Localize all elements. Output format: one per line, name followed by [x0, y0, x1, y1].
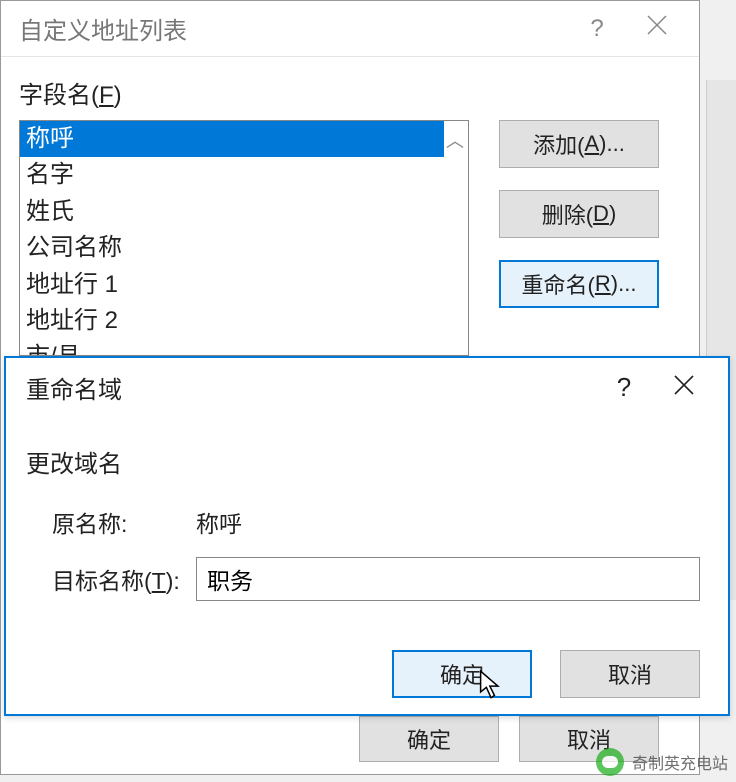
titlebar: 自定义地址列表 ?: [1, 1, 699, 57]
help-button[interactable]: ?: [567, 15, 627, 43]
close-icon: [673, 374, 695, 396]
scroll-up-icon: ︿: [446, 127, 464, 153]
dialog-title: 重命名域: [26, 370, 594, 405]
watermark-text: 奇制英充电站: [632, 750, 728, 774]
target-name-label: 目标名称(T):: [26, 562, 196, 596]
help-button[interactable]: ?: [594, 372, 654, 403]
list-item[interactable]: 市/县: [20, 339, 444, 356]
original-name-label: 原名称:: [26, 505, 196, 539]
close-button[interactable]: [627, 14, 687, 43]
list-item[interactable]: 称呼: [20, 121, 444, 157]
rename-field-dialog: 重命名域 ? 更改域名 原名称: 称呼 目标名称(T): 确定 取消: [4, 356, 730, 716]
target-name-input[interactable]: [196, 557, 700, 601]
list-item[interactable]: 地址行 1: [20, 267, 444, 303]
wechat-icon: [596, 748, 624, 776]
dialog-title: 自定义地址列表: [19, 11, 567, 46]
list-item[interactable]: 姓氏: [20, 194, 444, 230]
section-label: 更改域名: [26, 444, 700, 479]
field-name-label: 字段名(F): [19, 75, 667, 110]
list-item[interactable]: 名字: [20, 157, 444, 193]
main-ok-button[interactable]: 确定: [359, 716, 499, 762]
delete-button[interactable]: 删除(D): [499, 190, 659, 238]
cancel-button[interactable]: 取消: [560, 650, 700, 698]
close-icon: [646, 14, 668, 36]
original-name-value: 称呼: [196, 505, 242, 539]
titlebar: 重命名域 ?: [6, 358, 728, 416]
target-name-row: 目标名称(T):: [26, 557, 700, 601]
field-listbox[interactable]: 称呼 名字 姓氏 公司名称 地址行 1 地址行 2 市/县 ︿: [19, 120, 469, 356]
rename-button[interactable]: 重命名(R)...: [499, 260, 659, 308]
original-name-row: 原名称: 称呼: [26, 505, 700, 539]
ok-button[interactable]: 确定: [392, 650, 532, 698]
dialog-content: 字段名(F) 称呼 名字 姓氏 公司名称 地址行 1 地址行 2 市/县 ︿ 添…: [1, 57, 699, 356]
watermark: 奇制英充电站: [596, 748, 728, 776]
add-button[interactable]: 添加(A)...: [499, 120, 659, 168]
rename-body: 更改域名 原名称: 称呼 目标名称(T):: [6, 416, 728, 601]
rename-footer: 确定 取消: [392, 650, 700, 698]
close-button[interactable]: [654, 372, 714, 403]
list-item[interactable]: 地址行 2: [20, 303, 444, 339]
list-item[interactable]: 公司名称: [20, 230, 444, 266]
